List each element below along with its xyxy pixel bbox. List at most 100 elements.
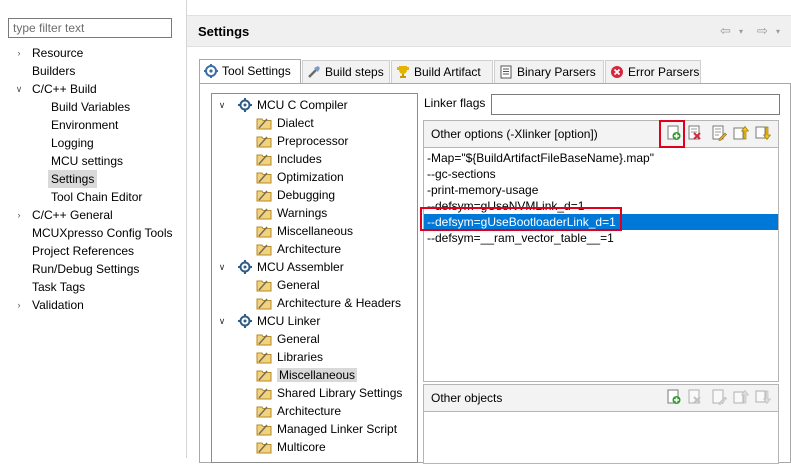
nav-item-environment[interactable]: Environment bbox=[51, 116, 118, 134]
option-item[interactable]: -Map="${BuildArtifactFileBaseName}.map" bbox=[424, 150, 778, 166]
option-item[interactable]: --defsym=gUseNVMLink_d=1 bbox=[424, 198, 778, 214]
nav-item-run-debug-settings[interactable]: Run/Debug Settings bbox=[32, 260, 139, 278]
tree-option-architecture[interactable]: Architecture bbox=[256, 240, 341, 258]
tree-label: Includes bbox=[277, 152, 322, 166]
linker-flags-input[interactable] bbox=[491, 94, 780, 115]
edit-icon[interactable] bbox=[711, 125, 727, 141]
settings-tabs: Tool Settings Build steps Build Artifact… bbox=[199, 59, 791, 85]
nav-item-project-references[interactable]: Project References bbox=[32, 242, 134, 260]
nav-item-resource[interactable]: Resource bbox=[32, 44, 83, 62]
back-menu-chevron-icon[interactable]: ▾ bbox=[739, 27, 743, 36]
nav-item-logging[interactable]: Logging bbox=[51, 134, 94, 152]
move-up-icon[interactable] bbox=[733, 125, 750, 141]
nav-item-validation[interactable]: Validation bbox=[32, 296, 84, 314]
tab-build-artifact[interactable]: Build Artifact bbox=[391, 60, 493, 84]
tree-option-architecture-headers[interactable]: Architecture & Headers bbox=[256, 294, 401, 312]
tree-option-preprocessor[interactable]: Preprocessor bbox=[256, 132, 348, 150]
tree-tool-mcu-c-compiler[interactable]: ∨ MCU C Compiler bbox=[219, 96, 348, 114]
options-folder-icon bbox=[256, 350, 272, 364]
nav-item-task-tags[interactable]: Task Tags bbox=[32, 278, 85, 296]
tree-option-warnings[interactable]: Warnings bbox=[256, 204, 327, 222]
tab-label: Binary Parsers bbox=[517, 65, 596, 79]
tree-option-shared-library-settings[interactable]: Shared Library Settings bbox=[256, 384, 402, 402]
options-folder-icon bbox=[256, 332, 272, 346]
tree-option-general[interactable]: General bbox=[256, 330, 320, 348]
filter-input[interactable] bbox=[8, 18, 172, 38]
left-navigation-pane: › Resource Builders ∨ C/C++ Build Build … bbox=[0, 0, 186, 458]
tool-gear-icon bbox=[238, 260, 252, 274]
forward-menu-chevron-icon[interactable]: ▾ bbox=[776, 27, 780, 36]
options-folder-icon bbox=[256, 188, 272, 202]
tree-option-general[interactable]: General bbox=[256, 276, 320, 294]
tree-label: MCU C Compiler bbox=[257, 98, 348, 112]
tab-error-parsers[interactable]: Error Parsers bbox=[605, 60, 701, 84]
nav-item-cpp-build[interactable]: C/C++ Build bbox=[32, 80, 97, 98]
delete-icon[interactable] bbox=[687, 389, 703, 405]
nav-item-build-variables[interactable]: Build Variables bbox=[51, 98, 130, 116]
collapse-chevron-icon[interactable]: ∨ bbox=[216, 258, 228, 276]
options-folder-icon bbox=[256, 404, 272, 418]
tree-option-dialect[interactable]: Dialect bbox=[256, 114, 314, 132]
options-folder-icon bbox=[256, 206, 272, 220]
tree-label: Architecture bbox=[277, 404, 342, 418]
nav-item-mcu-settings[interactable]: MCU settings bbox=[51, 152, 123, 170]
tree-label: Debugging bbox=[277, 188, 336, 202]
option-item[interactable]: --gc-sections bbox=[424, 166, 778, 182]
tree-option-managed-linker-script[interactable]: Managed Linker Script bbox=[256, 420, 397, 438]
expand-chevron-icon[interactable]: › bbox=[15, 49, 23, 58]
tab-tool-settings[interactable]: Tool Settings bbox=[199, 59, 301, 85]
tree-option-multicore[interactable]: Multicore bbox=[256, 438, 326, 456]
back-arrow-icon[interactable]: ⇦ bbox=[720, 23, 731, 39]
options-folder-icon bbox=[256, 170, 272, 184]
options-folder-icon bbox=[256, 152, 272, 166]
forward-arrow-icon[interactable]: ⇨ bbox=[757, 23, 768, 39]
tree-label: General bbox=[277, 278, 320, 292]
tool-settings-icon bbox=[204, 64, 218, 78]
nav-item-builders[interactable]: Builders bbox=[32, 62, 75, 80]
option-item-selected[interactable]: --defsym=gUseBootloaderLink_d=1 bbox=[424, 214, 778, 230]
option-item[interactable]: -print-memory-usage bbox=[424, 182, 778, 198]
nav-item-mcuxpresso-config-tools[interactable]: MCUXpresso Config Tools bbox=[32, 224, 173, 242]
tree-label: MCU Assembler bbox=[257, 260, 344, 274]
add-icon[interactable] bbox=[666, 389, 682, 405]
page-header: Settings ⇦ ▾ ⇨ ▾ bbox=[187, 15, 791, 47]
tree-label: Warnings bbox=[277, 206, 328, 220]
tree-tool-mcu-linker[interactable]: ∨ MCU Linker bbox=[219, 312, 321, 330]
tab-build-steps[interactable]: Build steps bbox=[302, 60, 390, 84]
nav-item-settings[interactable]: Settings bbox=[48, 170, 98, 188]
add-icon[interactable] bbox=[666, 125, 682, 141]
collapse-chevron-icon[interactable]: ∨ bbox=[216, 312, 228, 330]
other-options-list: -Map="${BuildArtifactFileBaseName}.map" … bbox=[424, 148, 778, 381]
tree-option-debugging[interactable]: Debugging bbox=[256, 186, 335, 204]
tree-option-optimization[interactable]: Optimization bbox=[256, 168, 344, 186]
tree-option-architecture[interactable]: Architecture bbox=[256, 402, 341, 420]
tab-binary-parsers[interactable]: Binary Parsers bbox=[494, 60, 604, 84]
options-folder-icon bbox=[256, 296, 272, 310]
tree-label: Optimization bbox=[277, 170, 344, 184]
tree-option-miscellaneous-selected[interactable]: Miscellaneous bbox=[256, 366, 358, 384]
tree-option-libraries[interactable]: Libraries bbox=[256, 348, 323, 366]
tree-label: MCU Linker bbox=[257, 314, 321, 328]
move-down-icon[interactable] bbox=[755, 125, 772, 141]
option-item[interactable]: --defsym=__ram_vector_table__=1 bbox=[424, 230, 778, 246]
collapse-chevron-icon[interactable]: ∨ bbox=[15, 85, 23, 94]
nav-item-cpp-general[interactable]: C/C++ General bbox=[32, 206, 113, 224]
expand-chevron-icon[interactable]: › bbox=[15, 301, 23, 310]
tree-label: Dialect bbox=[277, 116, 314, 130]
edit-icon[interactable] bbox=[711, 389, 727, 405]
move-up-icon[interactable] bbox=[733, 389, 750, 405]
expand-chevron-icon[interactable]: › bbox=[15, 211, 23, 220]
tool-gear-icon bbox=[238, 98, 252, 112]
error-parsers-icon bbox=[610, 65, 624, 79]
page-title: Settings bbox=[198, 24, 250, 39]
delete-icon[interactable] bbox=[687, 125, 703, 141]
options-folder-icon bbox=[256, 422, 272, 436]
collapse-chevron-icon[interactable]: ∨ bbox=[216, 96, 228, 114]
tree-option-miscellaneous[interactable]: Miscellaneous bbox=[256, 222, 353, 240]
tree-tool-mcu-assembler[interactable]: ∨ MCU Assembler bbox=[219, 258, 344, 276]
nav-item-tool-chain-editor[interactable]: Tool Chain Editor bbox=[51, 188, 142, 206]
binary-parsers-icon bbox=[499, 65, 513, 79]
other-options-title: Other options (-Xlinker [option]) bbox=[431, 127, 598, 141]
tree-option-includes[interactable]: Includes bbox=[256, 150, 322, 168]
move-down-icon[interactable] bbox=[755, 389, 772, 405]
